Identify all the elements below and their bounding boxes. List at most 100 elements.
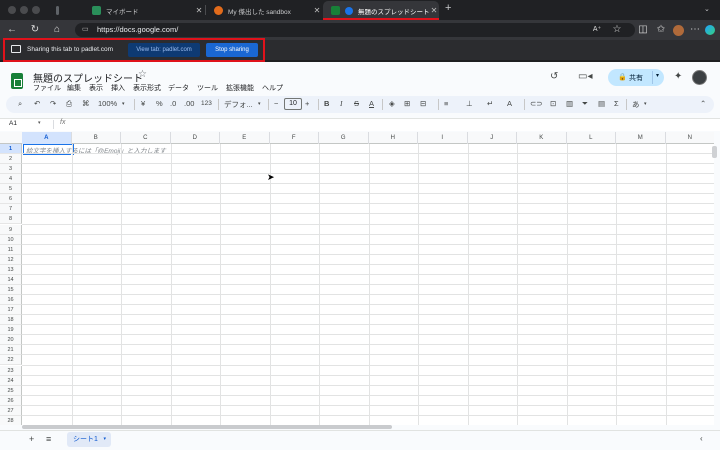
- stop-sharing-button[interactable]: Stop sharing: [206, 43, 258, 57]
- row-header[interactable]: 26: [0, 395, 22, 406]
- close-icon[interactable]: ✕: [312, 6, 322, 15]
- fill-color-icon[interactable]: ◈: [389, 99, 395, 108]
- meet-icon[interactable]: ▭◂: [578, 71, 592, 82]
- column-header[interactable]: M: [616, 132, 666, 144]
- chevron-down-icon[interactable]: ▾: [103, 432, 106, 447]
- add-sheet-icon[interactable]: +: [29, 434, 34, 444]
- percent-button[interactable]: %: [156, 99, 163, 108]
- account-avatar[interactable]: [692, 70, 707, 85]
- site-info-icon[interactable]: ▭: [82, 26, 91, 34]
- window-zoom-dot[interactable]: [32, 6, 40, 14]
- sheet-tab-1[interactable]: シート1 ▾: [67, 432, 111, 447]
- vertical-align-icon[interactable]: ⊥: [466, 99, 473, 108]
- menu-file[interactable]: ファイル: [33, 83, 61, 93]
- redo-icon[interactable]: ↷: [50, 99, 56, 108]
- row-header[interactable]: 14: [0, 274, 22, 285]
- column-header[interactable]: B: [72, 132, 121, 144]
- tab-1[interactable]: マイボード ✕: [84, 1, 204, 20]
- spreadsheet-grid[interactable]: ABCDEFGHIJKLMN 絵文字を挿入するには「@Emoji」と入力します …: [0, 132, 714, 425]
- menu-help[interactable]: ヘルプ: [262, 83, 283, 93]
- column-header[interactable]: D: [171, 132, 220, 144]
- decrease-decimal-button[interactable]: .0: [170, 99, 176, 108]
- horizontal-scrollbar[interactable]: [22, 425, 392, 429]
- menu-extensions[interactable]: 拡張機能: [226, 83, 254, 93]
- reload-icon[interactable]: ↻: [28, 23, 42, 37]
- tab-search-icon[interactable]: ⌄: [704, 5, 710, 13]
- row-header[interactable]: 4: [0, 174, 22, 185]
- search-menus-icon[interactable]: ⌕: [18, 99, 22, 109]
- omnibox[interactable]: ▭ https://docs.google.com/: [75, 23, 635, 37]
- menu-insert[interactable]: 挿入: [111, 83, 125, 93]
- close-icon[interactable]: ✕: [429, 6, 439, 15]
- row-header[interactable]: 13: [0, 264, 22, 275]
- close-icon[interactable]: ✕: [194, 6, 204, 15]
- column-header[interactable]: J: [468, 132, 517, 144]
- row-header[interactable]: 20: [0, 335, 22, 346]
- chevron-down-icon[interactable]: ▾: [122, 101, 125, 107]
- row-header[interactable]: 9: [0, 224, 22, 235]
- back-icon[interactable]: ←: [5, 23, 19, 37]
- increase-decimal-button[interactable]: .00: [184, 99, 194, 108]
- undo-icon[interactable]: ↶: [34, 99, 40, 108]
- font-size-input[interactable]: 10: [284, 98, 302, 110]
- copilot-icon[interactable]: [705, 25, 715, 35]
- menu-tools[interactable]: ツール: [197, 83, 218, 93]
- view-tab-button[interactable]: View tab: padlet.com: [128, 43, 200, 57]
- row-header[interactable]: 27: [0, 405, 22, 416]
- row-header[interactable]: 11: [0, 244, 22, 255]
- chevron-down-icon[interactable]: ▾: [38, 120, 41, 126]
- column-header[interactable]: G: [319, 132, 369, 144]
- column-header[interactable]: A: [22, 132, 72, 144]
- row-header[interactable]: 15: [0, 284, 22, 295]
- number-format-button[interactable]: 123: [201, 100, 212, 107]
- row-header[interactable]: 19: [0, 325, 22, 336]
- text-wrap-icon[interactable]: ↵: [487, 99, 493, 108]
- increase-font-size-icon[interactable]: +: [305, 99, 309, 108]
- font-select[interactable]: デフォ...: [224, 99, 253, 110]
- filter-icon[interactable]: ⏷: [582, 99, 588, 109]
- column-header[interactable]: N: [666, 132, 715, 144]
- strikethrough-icon[interactable]: S: [354, 99, 359, 108]
- insert-link-icon[interactable]: ⊂⊃: [530, 99, 543, 108]
- row-header[interactable]: 16: [0, 295, 22, 306]
- home-icon[interactable]: ⌂: [50, 23, 64, 37]
- window-close-dot[interactable]: [8, 6, 16, 14]
- tab-2[interactable]: My 傑出した sandbox ✕: [206, 1, 322, 20]
- more-menu-icon[interactable]: ⋯: [688, 23, 702, 37]
- menu-data[interactable]: データ: [168, 83, 189, 93]
- menu-view[interactable]: 表示: [89, 83, 103, 93]
- insert-chart-icon[interactable]: ▥: [566, 99, 573, 108]
- row-header[interactable]: 23: [0, 365, 22, 376]
- zoom-select[interactable]: 100%: [98, 99, 117, 108]
- paint-format-icon[interactable]: ⌘: [82, 99, 90, 108]
- collapse-panel-icon[interactable]: ‹: [700, 434, 703, 443]
- row-header[interactable]: 3: [0, 164, 22, 175]
- row-header[interactable]: 28: [0, 415, 22, 425]
- menu-edit[interactable]: 編集: [67, 83, 81, 93]
- row-header[interactable]: 17: [0, 305, 22, 316]
- currency-button[interactable]: ¥: [141, 99, 145, 108]
- decrease-font-size-icon[interactable]: −: [274, 99, 278, 108]
- row-header[interactable]: 12: [0, 254, 22, 265]
- insert-comment-icon[interactable]: ⊡: [550, 99, 556, 108]
- split-screen-icon[interactable]: ◫: [636, 23, 650, 37]
- row-header[interactable]: 6: [0, 194, 22, 205]
- vertical-scrollbar[interactable]: [712, 146, 717, 158]
- column-header[interactable]: K: [517, 132, 567, 144]
- column-header[interactable]: C: [121, 132, 171, 144]
- favorite-star-icon[interactable]: ☆: [610, 23, 624, 37]
- text-rotation-icon[interactable]: A: [507, 99, 512, 108]
- row-header[interactable]: 10: [0, 234, 22, 245]
- row-header[interactable]: 18: [0, 315, 22, 326]
- sheets-logo-icon[interactable]: [11, 73, 23, 89]
- row-header[interactable]: 22: [0, 355, 22, 366]
- column-header[interactable]: F: [270, 132, 319, 144]
- star-icon[interactable]: ☆: [138, 69, 147, 80]
- new-tab-button[interactable]: +: [445, 2, 451, 14]
- window-minimize-dot[interactable]: [20, 6, 28, 14]
- favorites-icon[interactable]: ✩: [654, 23, 668, 37]
- row-header[interactable]: 8: [0, 214, 22, 225]
- row-header[interactable]: 24: [0, 375, 22, 386]
- merge-cells-icon[interactable]: ⊟: [420, 99, 426, 108]
- row-header[interactable]: 5: [0, 184, 22, 195]
